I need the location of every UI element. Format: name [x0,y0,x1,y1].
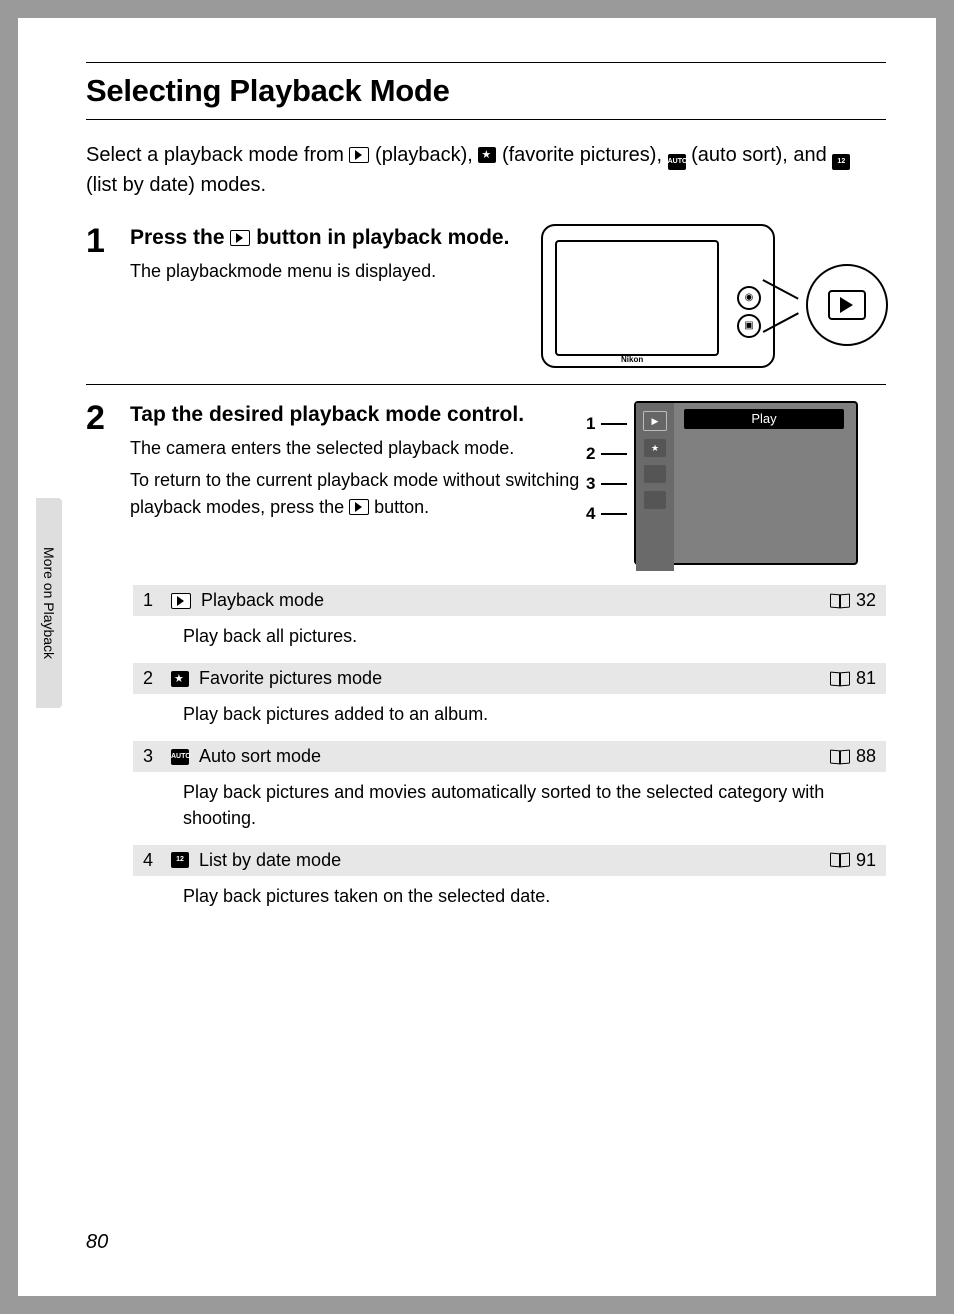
mode-3-page: 88 [856,746,876,767]
rule-top [86,62,886,63]
book-icon [830,672,850,686]
playback-button-icon [230,230,250,246]
playback-icon-inline [349,499,369,515]
lcd-tab-favorite-icon: ★ [644,439,666,457]
step-1-number: 1 [86,224,116,368]
rule-under-title [86,119,886,120]
mode-3-label: Auto sort mode [199,746,820,767]
camera-screen [555,240,719,356]
mode-1-label: Playback mode [201,590,820,611]
mode-row-1-head: 1 Playback mode 32 [133,585,886,616]
mode-4-desc: Play back pictures taken on the selected… [133,876,886,923]
page-number: 80 [86,1231,108,1254]
step-2-number: 2 [86,401,116,565]
intro-paragraph: Select a playback mode from (playback), … [86,140,886,200]
page-title: Selecting Playback Mode [86,73,886,109]
step-2-illustration: 1 2 3 4 ▶ ★ Play [616,401,886,565]
playback-icon [349,147,369,163]
mode-row-4-head: 4 12 List by date mode 91 [133,845,886,876]
lcd-screen: ▶ ★ Play [634,401,858,565]
book-icon [830,750,850,764]
camera-illustration: ◉ ▣ Nikon [541,224,775,368]
step-2-sub2: To return to the current playback mode w… [130,467,602,519]
camera-btn-1: ◉ [737,286,761,310]
section-tab: More on Playback [36,498,62,708]
book-icon [830,853,850,867]
mode-1-page: 32 [856,590,876,611]
mode-4-page: 91 [856,850,876,871]
favorite-icon [478,147,496,163]
step-1-illustration: ◉ ▣ Nikon [541,224,886,368]
playback-button-enlarged-icon [828,290,866,320]
autosort-icon: AUTO [171,749,189,765]
step-2: 2 Tap the desired playback mode control.… [86,401,886,565]
step-1-body: Press the button in playback mode. The p… [130,224,527,368]
book-icon [830,594,850,608]
listbydate-icon: 12 [171,852,189,868]
mode-2-label: Favorite pictures mode [199,668,820,689]
callout-leader-lines [763,269,803,349]
camera-side-buttons: ◉ ▣ [735,282,763,342]
lcd-tab-play-icon: ▶ [643,411,667,431]
lcd-tab-date-icon [644,491,666,509]
step-1-sub: The playbackmode menu is displayed. [130,258,527,284]
mode-2-page: 81 [856,668,876,689]
camera-brand: Nikon [621,355,643,364]
autosort-icon: AUTO [668,154,686,170]
lcd-mode-label: Play [684,409,844,429]
camera-btn-2: ▣ [737,314,761,338]
lcd-callout-numbers: 1 2 3 4 [586,409,627,529]
mode-4-label: List by date mode [199,850,820,871]
lcd-tab-autosort-icon [644,465,666,483]
step-2-sub1: The camera enters the selected playback … [130,435,602,461]
lcd-side-tabs: ▶ ★ [636,403,674,571]
step-1: 1 Press the button in playback mode. The… [86,224,886,368]
step-divider [86,384,886,385]
step-1-head: Press the button in playback mode. [130,224,527,252]
step-2-body: Tap the desired playback mode control. T… [130,401,602,565]
mode-1-desc: Play back all pictures. [133,616,886,663]
mode-row-2-head: 2 Favorite pictures mode 81 [133,663,886,694]
mode-row-3-head: 3 AUTO Auto sort mode 88 [133,741,886,772]
favorite-icon [171,671,189,687]
playback-icon [171,593,191,609]
manual-page: Selecting Playback Mode Select a playbac… [18,18,936,1296]
mode-2-desc: Play back pictures added to an album. [133,694,886,741]
listbydate-icon: 12 [832,154,850,170]
section-tab-label: More on Playback [41,547,57,659]
step-2-head: Tap the desired playback mode control. [130,401,602,429]
mode-3-desc: Play back pictures and movies automatica… [133,772,886,844]
mode-table: 1 Playback mode 32 Play back all picture… [133,585,886,923]
playback-button-callout [806,264,888,346]
